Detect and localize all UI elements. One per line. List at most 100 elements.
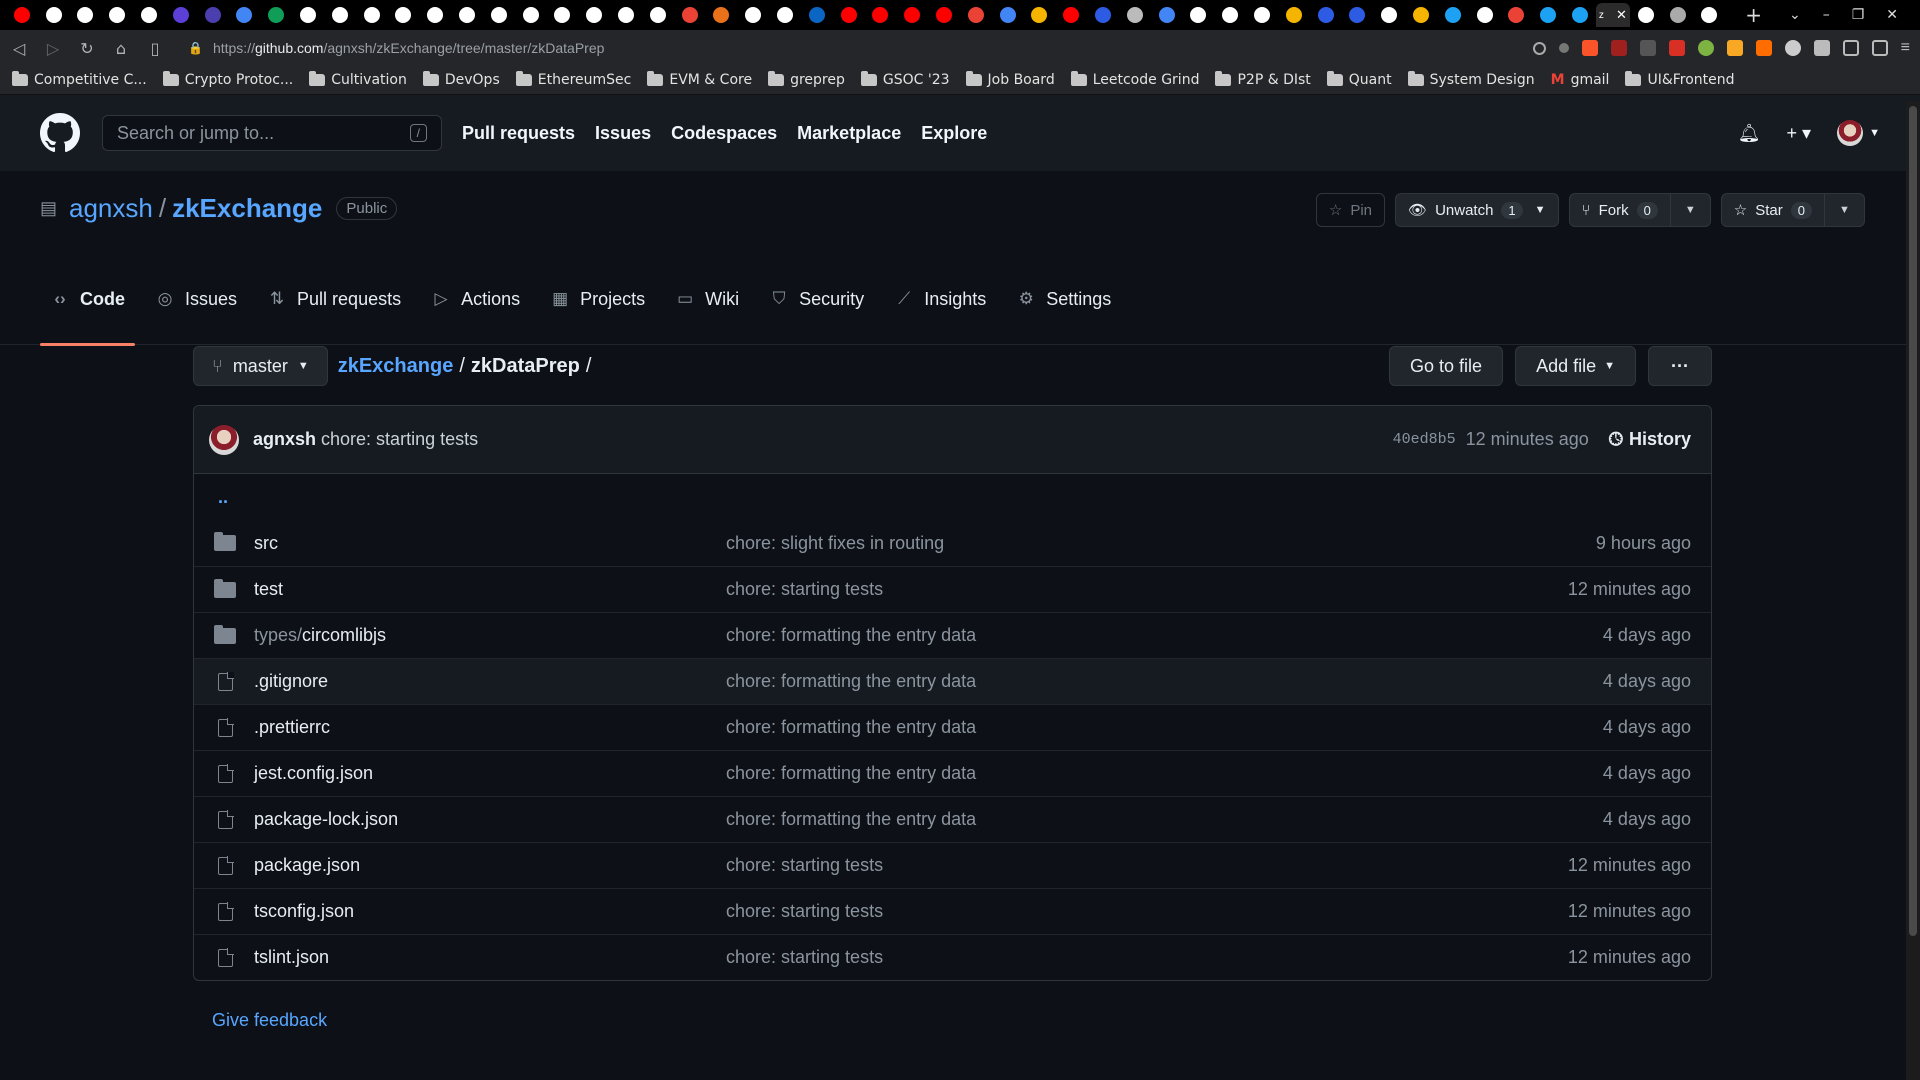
extension-icon[interactable]	[1755, 40, 1772, 56]
browser-tab[interactable]	[1437, 3, 1469, 27]
repo-name-link[interactable]: zkExchange	[172, 193, 322, 224]
bookmark-folder[interactable]: P2P & DIst	[1215, 71, 1311, 88]
commit-message-link[interactable]: chore: formatting the entry data	[726, 809, 1603, 830]
commit-message-link[interactable]: chore: starting tests	[726, 947, 1568, 968]
commit-message-link[interactable]: chore: starting tests	[726, 579, 1568, 600]
table-row[interactable]: .prettierrc chore: formatting the entry d…	[194, 704, 1711, 750]
bookmark-folder[interactable]: Quant	[1326, 71, 1392, 88]
watch-button[interactable]: 👁︎ Unwatch 1 ▼	[1395, 193, 1559, 227]
bookmark-folder[interactable]: Crypto Protoc...	[162, 71, 293, 88]
bookmark-folder[interactable]: GSOC '23	[860, 71, 950, 88]
go-to-file-button[interactable]: Go to file	[1389, 346, 1504, 386]
back-icon[interactable]: ◁	[10, 39, 28, 58]
browser-tab[interactable]	[260, 3, 292, 27]
browser-tab[interactable]	[451, 3, 483, 27]
browser-tab[interactable]	[483, 3, 515, 27]
browser-tab[interactable]	[1662, 3, 1694, 27]
browser-tab[interactable]	[6, 3, 38, 27]
nav-pull-requests[interactable]: Pull requests	[462, 123, 575, 144]
tab-security[interactable]: ⛉ Security	[759, 275, 874, 323]
share-icon[interactable]	[1558, 43, 1569, 53]
browser-tab[interactable]	[356, 3, 388, 27]
browser-tab[interactable]	[515, 3, 547, 27]
tab-code[interactable]: ‹› Code	[40, 275, 135, 346]
browser-tab[interactable]	[578, 3, 610, 27]
extension-icon[interactable]	[1668, 40, 1685, 56]
browser-tab[interactable]	[547, 3, 579, 27]
brave-shield-icon[interactable]	[1581, 40, 1598, 56]
chevron-down-icon[interactable]: ▼	[1535, 204, 1558, 216]
home-icon[interactable]: ⌂	[112, 39, 130, 58]
browser-tab[interactable]	[737, 3, 769, 27]
bookmark-folder[interactable]: System Design	[1407, 71, 1535, 88]
commit-message-link[interactable]: chore: formatting the entry data	[726, 717, 1603, 738]
browser-tab[interactable]	[769, 3, 801, 27]
browser-tab[interactable]	[706, 3, 738, 27]
avatar[interactable]	[209, 424, 239, 455]
browser-tab[interactable]	[1024, 3, 1056, 27]
browser-tab[interactable]	[833, 3, 865, 27]
star-dropdown-button[interactable]: ▼	[1824, 194, 1864, 226]
search-input[interactable]: Search or jump to... /	[102, 115, 442, 151]
more-options-button[interactable]: ···	[1648, 346, 1712, 386]
file-name-link[interactable]: src	[254, 533, 726, 554]
nav-explore[interactable]: Explore	[921, 123, 987, 144]
fork-button[interactable]: ⑂ Fork 0 ▼	[1568, 193, 1711, 227]
browser-tab[interactable]	[1405, 3, 1437, 27]
extension-icon[interactable]	[1697, 40, 1714, 56]
browser-tab[interactable]	[133, 3, 165, 27]
bookmark-folder[interactable]: EVM & Core	[647, 71, 752, 88]
brave-rewards-icon[interactable]	[1610, 40, 1627, 56]
minimize-icon[interactable]: –	[1823, 7, 1830, 23]
parent-dir-link[interactable]: ..	[214, 487, 228, 508]
wallet-icon[interactable]	[1871, 40, 1888, 56]
nav-codespaces[interactable]: Codespaces	[671, 123, 777, 144]
table-row[interactable]: package.json chore: starting tests 12 minu…	[194, 842, 1711, 888]
table-row[interactable]: src chore: slight fixes in routing 9 hours…	[194, 520, 1711, 566]
tab-pull-requests[interactable]: ⇅ Pull requests	[257, 275, 411, 323]
add-file-button[interactable]: Add file ▼	[1515, 346, 1637, 386]
browser-tab[interactable]	[1310, 3, 1342, 27]
browser-tab[interactable]	[165, 3, 197, 27]
browser-tab[interactable]	[197, 3, 229, 27]
address-bar[interactable]: 🔒 https://github.com/agnxsh/zkExchange/t…	[180, 34, 1517, 62]
commit-message-link[interactable]: chore: formatting the entry data	[726, 763, 1603, 784]
tab-settings[interactable]: ⚙ Settings	[1006, 275, 1121, 323]
tab-wiki[interactable]: ▭ Wiki	[665, 275, 749, 323]
puzzle-icon[interactable]	[1813, 40, 1830, 56]
browser-tab[interactable]	[1341, 3, 1373, 27]
table-row[interactable]: package-lock.json chore: formatting the e…	[194, 796, 1711, 842]
browser-tab[interactable]	[642, 3, 674, 27]
file-name-link[interactable]: tsconfig.json	[254, 901, 726, 922]
browser-tab[interactable]	[70, 3, 102, 27]
browser-tab[interactable]	[1119, 3, 1151, 27]
browser-tab[interactable]	[1373, 3, 1405, 27]
sidebar-icon[interactable]	[1842, 40, 1859, 56]
nav-issues[interactable]: Issues	[595, 123, 651, 144]
browser-tab[interactable]	[1630, 3, 1662, 27]
file-name-link[interactable]: package.json	[254, 855, 726, 876]
tab-search-icon[interactable]: ⌄	[1789, 7, 1801, 23]
browser-tab[interactable]	[1564, 3, 1596, 27]
nav-marketplace[interactable]: Marketplace	[797, 123, 901, 144]
close-window-icon[interactable]: ✕	[1886, 7, 1898, 23]
table-row[interactable]: .gitignore chore: formatting the entry da…	[194, 658, 1711, 704]
tab-actions[interactable]: ▷ Actions	[421, 275, 530, 323]
commit-sha-link[interactable]: 40ed8b5	[1393, 431, 1456, 448]
file-name-link[interactable]: package-lock.json	[254, 809, 726, 830]
browser-tab[interactable]	[1055, 3, 1087, 27]
fork-dropdown-button[interactable]: ▼	[1669, 194, 1710, 226]
tab-issues[interactable]: ◎ Issues	[145, 275, 247, 323]
browser-tab[interactable]	[1500, 3, 1532, 27]
commit-message-link[interactable]: chore: formatting the entry data	[726, 625, 1603, 646]
browser-tab[interactable]	[1182, 3, 1214, 27]
bookmark-folder[interactable]: greprep	[768, 71, 845, 88]
new-tab-icon[interactable]: +	[1745, 3, 1762, 27]
bookmark-folder[interactable]: DevOps	[422, 71, 500, 88]
github-logo-icon[interactable]	[40, 113, 80, 153]
browser-tab[interactable]	[1087, 3, 1119, 27]
bookmark-folder[interactable]: UI&Frontend	[1625, 71, 1735, 88]
browser-tab[interactable]	[801, 3, 833, 27]
extension-icon[interactable]	[1784, 40, 1801, 56]
file-name-link[interactable]: jest.config.json	[254, 763, 726, 784]
